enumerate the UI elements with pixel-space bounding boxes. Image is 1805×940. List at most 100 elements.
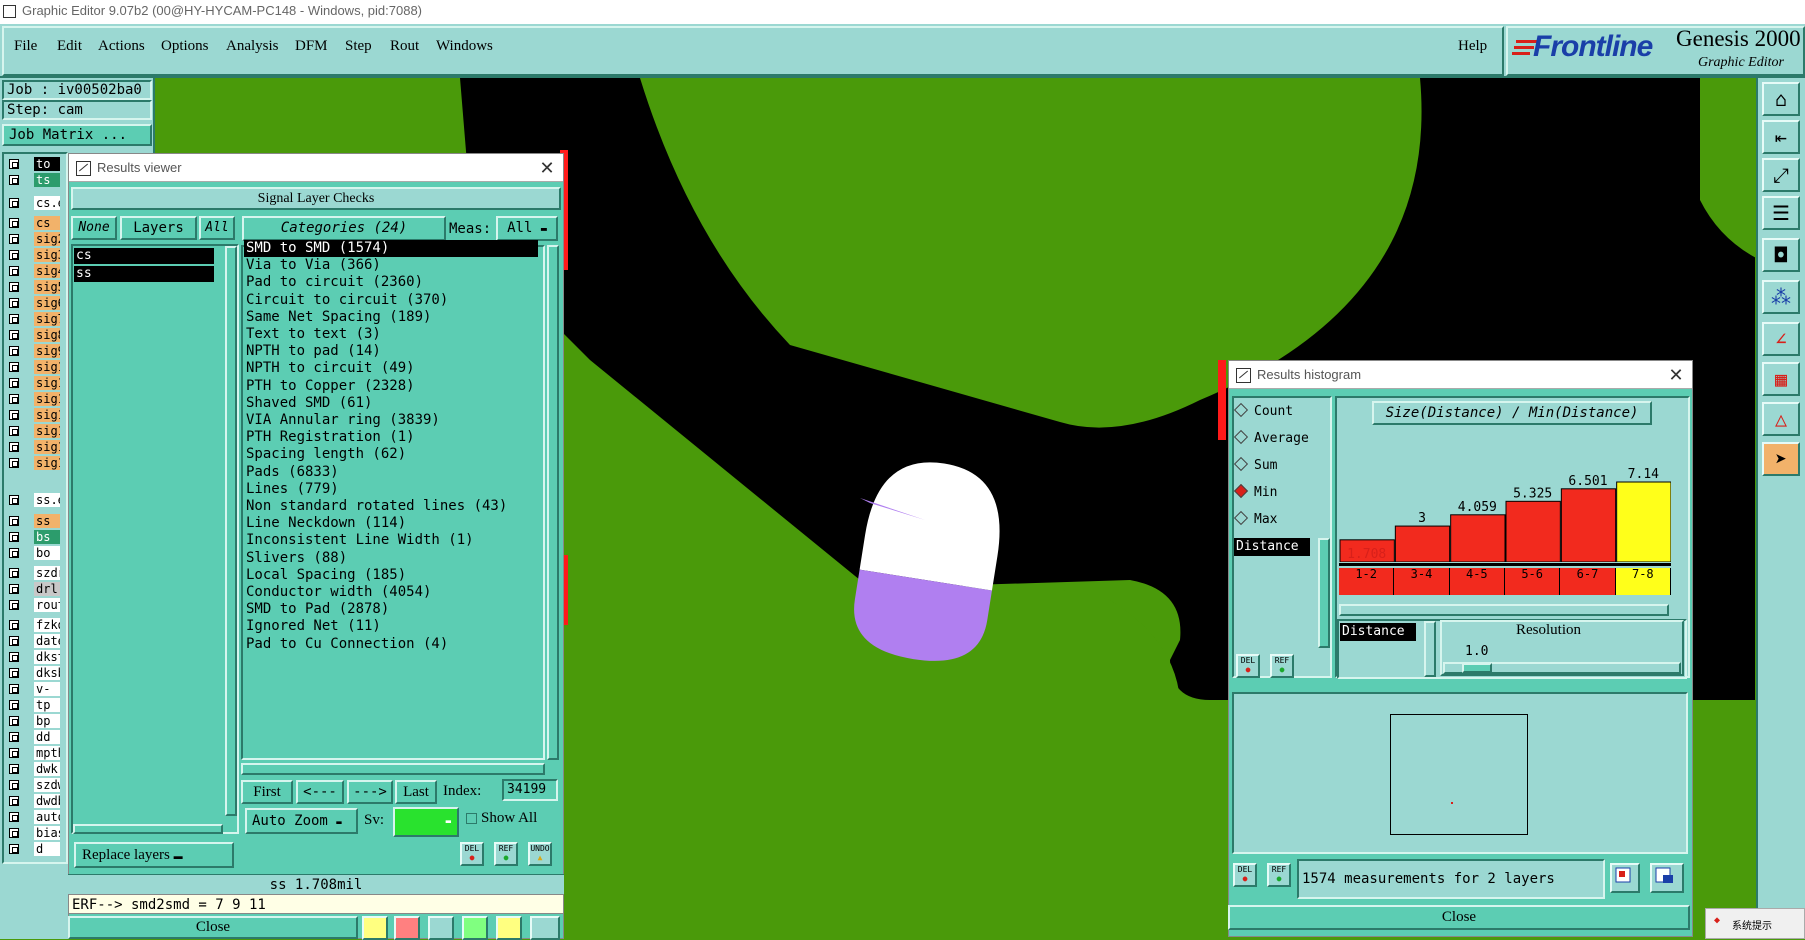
replace-layers-button[interactable]: Replace layers ▬	[74, 842, 234, 868]
category-item[interactable]: Non standard rotated lines (43)	[244, 498, 538, 515]
layer-checkbox[interactable]	[9, 159, 19, 169]
fit-icon[interactable]: ⤢	[1762, 158, 1800, 192]
layer-name[interactable]: date	[34, 634, 60, 648]
layer-name[interactable]: bs	[34, 530, 60, 544]
layer-checkbox[interactable]	[9, 828, 19, 838]
layer-checkbox[interactable]	[9, 346, 19, 356]
layer-name[interactable]: rout	[34, 598, 60, 612]
layer-checkbox[interactable]	[9, 764, 19, 774]
ref-icon[interactable]: REF ●	[494, 842, 518, 866]
category-item[interactable]: NPTH to pad (14)	[244, 343, 538, 360]
layer-name[interactable]: d	[34, 842, 60, 856]
auto-zoom-button[interactable]: Auto Zoom ▬	[245, 808, 358, 834]
menu-step[interactable]: Step	[345, 38, 372, 55]
bin-label[interactable]: 6-7	[1560, 568, 1616, 595]
category-item[interactable]: PTH to Copper (2328)	[244, 378, 538, 395]
layers-button[interactable]: Layers	[120, 216, 197, 240]
bin-label[interactable]: 7-8	[1615, 568, 1671, 595]
layer-name[interactable]: szdw	[34, 778, 60, 792]
layer-name[interactable]: auto	[34, 810, 60, 824]
category-item[interactable]: NPTH to circuit (49)	[244, 360, 538, 377]
grid-icon[interactable]: ▦	[1762, 362, 1800, 396]
home-icon[interactable]: ⌂	[1762, 82, 1800, 116]
category-item[interactable]: Via to Via (366)	[244, 257, 538, 274]
report-icon[interactable]	[1650, 863, 1684, 893]
del-icon[interactable]: DEL ●	[1236, 654, 1260, 678]
category-item[interactable]: Slivers (88)	[244, 550, 538, 567]
histogram-bar[interactable]	[1394, 525, 1451, 562]
index-input[interactable]: 34199	[502, 779, 558, 801]
distance-attr[interactable]: Distance	[1234, 538, 1310, 556]
tool-icon-1[interactable]	[362, 916, 388, 940]
layer-checkbox[interactable]	[9, 600, 19, 610]
layer-name[interactable]: ts	[34, 173, 60, 187]
layer-name[interactable]: dksb	[34, 666, 60, 680]
menu-rout[interactable]: Rout	[390, 38, 419, 55]
nodes-icon[interactable]: ⁂	[1762, 280, 1800, 314]
mode-radio-average[interactable]: Average	[1233, 429, 1309, 446]
histogram-hscrollbar[interactable]	[1339, 604, 1669, 616]
layer-checkbox[interactable]	[9, 812, 19, 822]
layer-checkbox[interactable]	[9, 282, 19, 292]
layer-name[interactable]: drl	[34, 582, 60, 596]
measure-icon[interactable]: ∠	[1762, 322, 1800, 356]
layer-name[interactable]: sig10	[34, 360, 60, 374]
categories-button[interactable]: Categories (24)	[242, 216, 446, 241]
category-item[interactable]: PTH Registration (1)	[244, 429, 538, 446]
layer-checkbox[interactable]	[9, 780, 19, 790]
category-item[interactable]: Circuit to circuit (370)	[244, 292, 538, 309]
layer-checkbox[interactable]	[9, 442, 19, 452]
menu-options[interactable]: Options	[161, 38, 209, 55]
layer-checkbox[interactable]	[9, 796, 19, 806]
layer-checkbox[interactable]	[9, 844, 19, 854]
category-item[interactable]: Local Spacing (185)	[244, 567, 538, 584]
layer-name[interactable]: cs.e	[34, 196, 60, 210]
layer-checkbox[interactable]	[9, 410, 19, 420]
tool-icon-2[interactable]	[394, 916, 420, 940]
layer-name[interactable]: tp	[34, 698, 60, 712]
layer-checkbox[interactable]	[9, 198, 19, 208]
layer-name[interactable]: sig15	[34, 440, 60, 454]
snap-icon[interactable]: ◘	[1762, 238, 1800, 272]
menu-actions[interactable]: Actions	[98, 38, 145, 55]
layer-checkbox[interactable]	[9, 516, 19, 526]
layer-name[interactable]: ss	[34, 514, 60, 528]
category-item[interactable]: Line Neckdown (114)	[244, 515, 538, 532]
layer-name[interactable]: to	[34, 157, 60, 171]
menu-analysis[interactable]: Analysis	[226, 38, 279, 55]
layer-checkbox[interactable]	[9, 426, 19, 436]
layer-checkbox[interactable]	[9, 362, 19, 372]
layer-checkbox[interactable]	[9, 636, 19, 646]
layer-checkbox[interactable]	[9, 330, 19, 340]
layer-name[interactable]: sig13	[34, 408, 60, 422]
category-item[interactable]: Pad to circuit (2360)	[244, 274, 538, 291]
histogram-close-button[interactable]: Close	[1228, 905, 1690, 930]
results-layer-list[interactable]	[71, 244, 239, 834]
layer-checkbox[interactable]	[9, 218, 19, 228]
del-icon[interactable]: DEL ●	[1233, 863, 1257, 887]
layer-checkbox[interactable]	[9, 716, 19, 726]
pointer-icon[interactable]: ➤	[1762, 442, 1800, 476]
sv-select[interactable]: ▬	[393, 807, 459, 837]
categories-scrollbar[interactable]	[547, 245, 559, 760]
layer-name[interactable]: sig8	[34, 328, 60, 342]
layer-name[interactable]: dd	[34, 730, 60, 744]
tool-icon-6[interactable]	[530, 916, 560, 940]
export-icon[interactable]	[1610, 863, 1640, 893]
category-item[interactable]: VIA Annular ring (3839)	[244, 412, 538, 429]
layer-name[interactable]: sig6	[34, 296, 60, 310]
layer-checkbox[interactable]	[9, 652, 19, 662]
layer-checkbox[interactable]	[9, 378, 19, 388]
layer-name[interactable]: fzkd	[34, 618, 60, 632]
layer-checkbox[interactable]	[9, 684, 19, 694]
layer-name[interactable]: sig9	[34, 344, 60, 358]
category-item[interactable]: Text to text (3)	[244, 326, 538, 343]
layer-name[interactable]: sig12	[34, 392, 60, 406]
preview-box[interactable]	[1390, 714, 1528, 835]
all-layers-button[interactable]: All	[199, 216, 235, 240]
layer-list-scrollbar[interactable]	[225, 246, 237, 816]
layer-name[interactable]: szdr	[34, 566, 60, 580]
histogram-heading[interactable]: Size(Distance) / Min(Distance)	[1372, 401, 1652, 425]
layer-name[interactable]: cs	[34, 216, 60, 230]
categories-hscrollbar[interactable]	[241, 763, 545, 775]
